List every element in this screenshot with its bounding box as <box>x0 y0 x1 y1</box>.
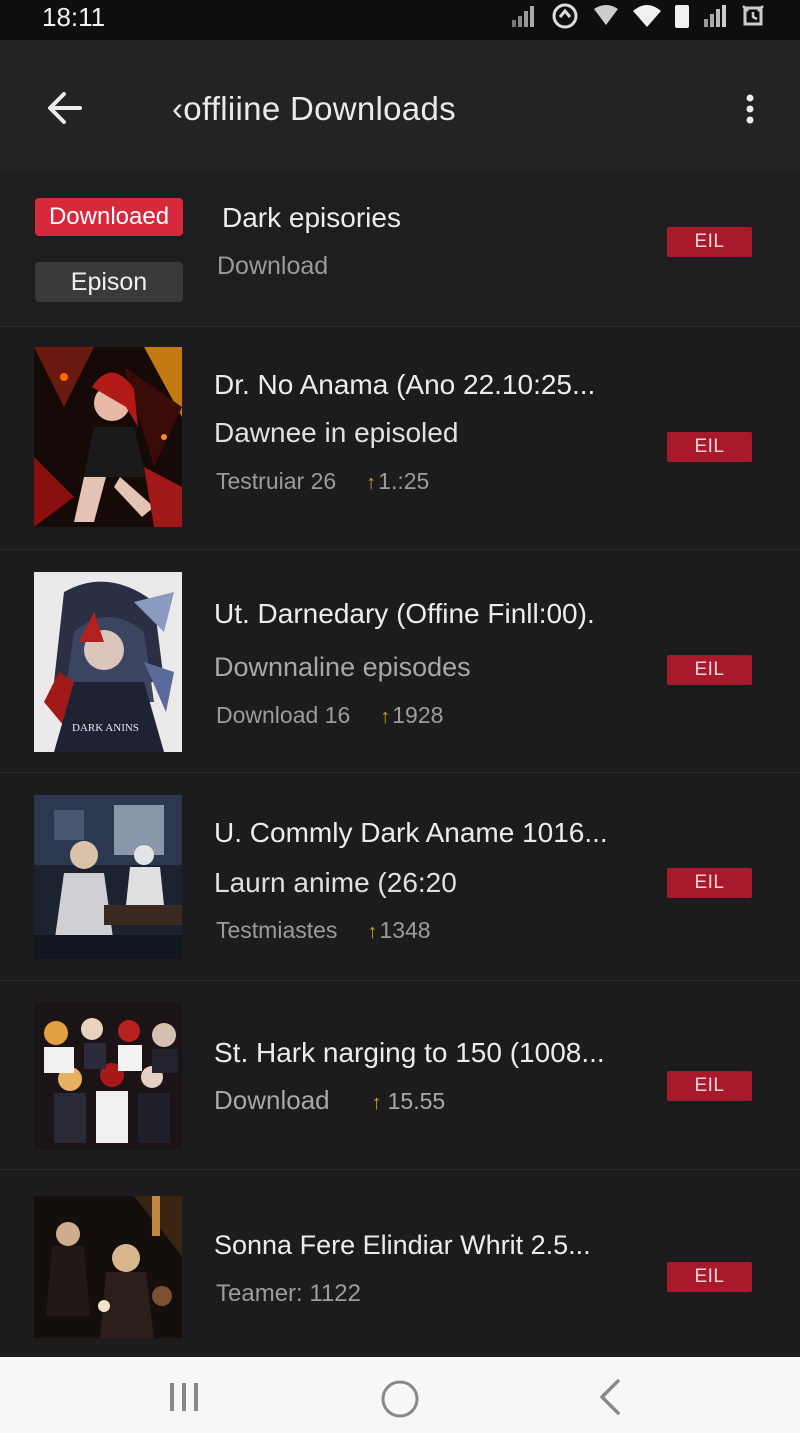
item-subtitle: Download <box>214 1085 330 1115</box>
summary-title: Dark episories <box>222 202 401 233</box>
item-meta-left: Download 16 <box>216 702 351 728</box>
thumbnail <box>34 347 182 527</box>
item-title: U. Commly Dark Aname 1016... <box>214 817 608 848</box>
list-item[interactable]: St. Hark narging to 150 (1008... Downloa… <box>0 981 800 1170</box>
arrow-left-icon <box>48 92 82 124</box>
wifi-icon <box>632 3 662 34</box>
eil-button[interactable]: EIL <box>667 1071 752 1101</box>
item-subtitle: Laurn anime (26:20 <box>214 867 457 898</box>
recents-icon <box>170 1383 198 1411</box>
home-button[interactable] <box>378 1377 422 1418</box>
list-item[interactable]: Sonna Fere Elindiar Whrit 2.5... Teamer:… <box>0 1170 800 1357</box>
eil-button[interactable]: EIL <box>667 432 752 462</box>
up-arrow-icon: ↑ <box>371 1092 382 1114</box>
item-meta-right: 1928 <box>392 702 444 728</box>
signal-icon-2 <box>702 4 728 33</box>
item-meta-left: Testruiar 26 <box>216 468 337 494</box>
battery-icon <box>674 3 690 34</box>
item-title: Sonna Fere Elindiar Whrit 2.5... <box>214 1230 591 1260</box>
up-arrow-icon: ↑ <box>380 706 391 728</box>
item-subtitle: Downnaline episodes <box>214 652 471 682</box>
eil-button[interactable]: EIL <box>667 227 752 257</box>
list-item[interactable]: Dr. No Anama (Ano 22.10:25... Dawnee in … <box>0 327 800 550</box>
item-meta-right: 1348 <box>379 917 431 943</box>
eil-button[interactable]: EIL <box>667 1262 752 1292</box>
nav-back-icon <box>600 1379 620 1415</box>
item-subtitle: Dawnee in episoled <box>214 417 459 448</box>
eil-button[interactable]: EIL <box>667 655 752 685</box>
item-meta-right: 15.55 <box>387 1088 446 1114</box>
thumbnail-caption: DARK ANINS <box>72 722 139 734</box>
app-bar: ‹offliine Downloads <box>0 40 800 173</box>
thumbnail: DARK ANINS <box>34 572 182 752</box>
sync-icon <box>550 2 580 35</box>
status-bar: 18:11 <box>0 0 800 40</box>
eil-button[interactable]: EIL <box>667 868 752 898</box>
item-meta: Testmiastes ↑1348 <box>216 917 431 944</box>
episode-badge[interactable]: Epison <box>35 262 183 302</box>
recents-button[interactable] <box>164 1377 204 1417</box>
thumbnail <box>34 795 182 959</box>
item-meta: Teamer: 1122 <box>216 1280 361 1307</box>
page-title: ‹offliine Downloads <box>172 90 456 127</box>
more-vertical-icon <box>746 94 754 124</box>
signal-icon <box>510 4 538 33</box>
more-options-button[interactable] <box>740 90 760 130</box>
thumbnail <box>34 1003 182 1149</box>
downloaded-badge[interactable]: Downloaed <box>35 198 183 236</box>
summary-row[interactable]: Downloaed Epison Dark episories Download… <box>0 172 800 327</box>
item-title: Ut. Darnedary (Offine Finll:00). <box>214 598 595 629</box>
system-nav-bar <box>0 1357 800 1433</box>
list-item[interactable]: U. Commly Dark Aname 1016... Laurn anime… <box>0 773 800 981</box>
up-arrow-icon: ↑ <box>366 472 377 494</box>
summary-subtitle: Download <box>217 252 329 280</box>
item-meta: Testruiar 26 ↑1.:25 <box>216 468 429 495</box>
alarm-icon <box>740 3 766 34</box>
nav-back-button[interactable] <box>596 1377 626 1417</box>
thumbnail <box>34 1196 182 1338</box>
item-meta-right: 1.:25 <box>378 468 430 494</box>
back-button[interactable] <box>44 88 88 128</box>
item-title: St. Hark narging to 150 (1008... <box>214 1037 605 1068</box>
item-subtitle-group: Download ↑ 15.55 <box>214 1085 445 1116</box>
up-arrow-icon: ↑ <box>367 921 378 943</box>
item-meta: Download 16 ↑1928 <box>216 702 443 729</box>
list-item[interactable]: DARK ANINS Ut. Darnedary (Offine Finll:0… <box>0 550 800 773</box>
status-time: 18:11 <box>42 2 106 32</box>
home-icon <box>381 1380 419 1418</box>
status-icons <box>510 2 766 35</box>
item-meta-left: Testmiastes <box>216 917 338 943</box>
data-icon <box>592 3 620 34</box>
item-title: Dr. No Anama (Ano 22.10:25... <box>214 369 596 400</box>
